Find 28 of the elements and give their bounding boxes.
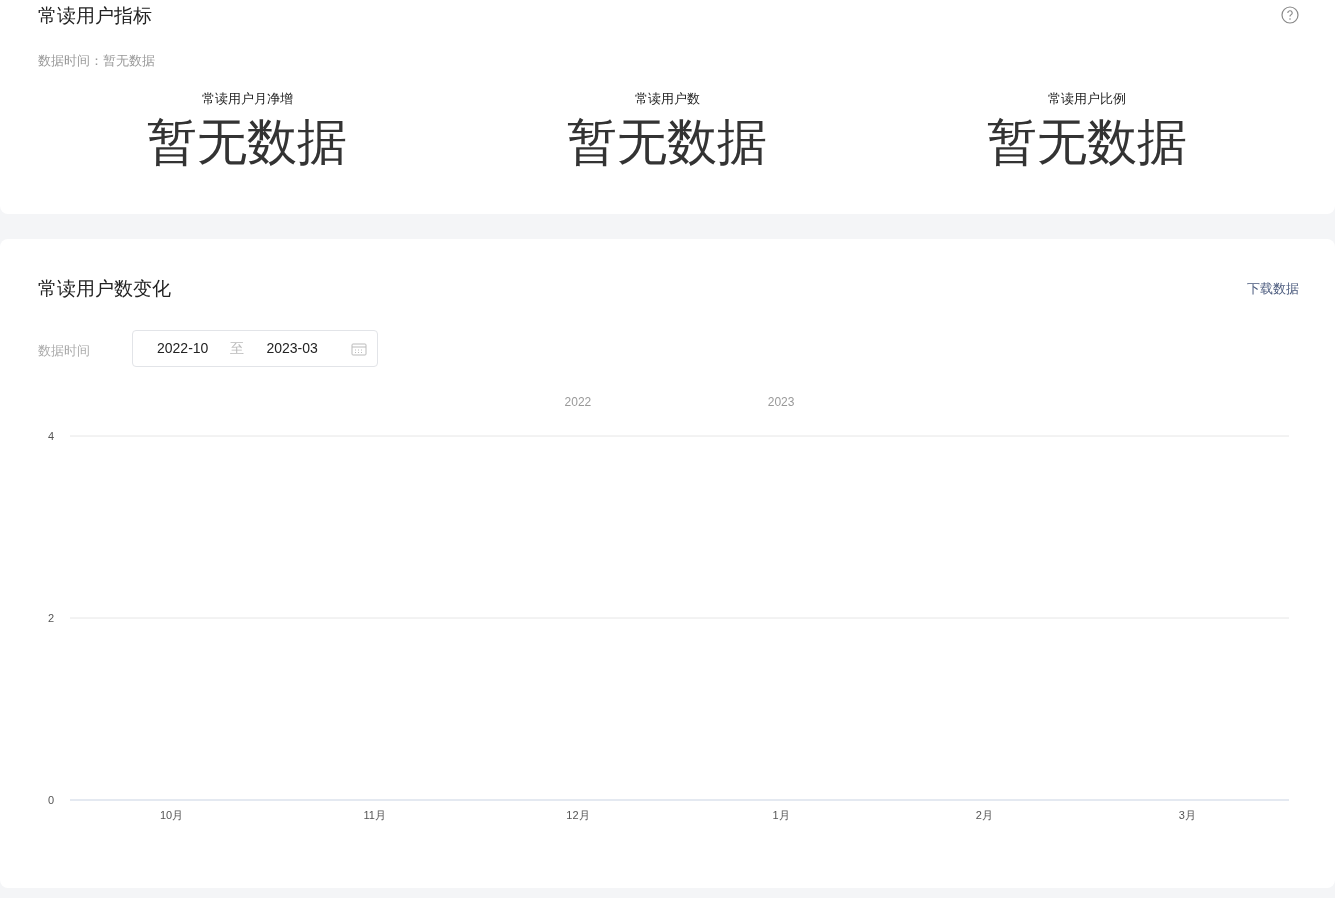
metric-label: 常读用户月净增 — [201, 90, 293, 108]
download-link[interactable]: 下载数据 — [1247, 279, 1299, 299]
year-label: 2022 — [564, 395, 592, 409]
card-title: 常读用户指标 — [38, 4, 152, 28]
metric-value: 暂无数据 — [567, 113, 767, 172]
calendar-icon — [351, 341, 367, 356]
range-separator: 至 — [230, 339, 245, 358]
start-date: 2022-10 — [157, 339, 209, 358]
metric-label: 常读用户数 — [634, 90, 700, 108]
end-date: 2023-03 — [266, 339, 318, 358]
metric-label: 常读用户比例 — [1048, 90, 1126, 108]
metric-value: 暂无数据 — [147, 113, 347, 172]
date-label: 数据时间 — [38, 341, 91, 360]
x-axis-label: 11月 — [363, 809, 386, 821]
help-icon[interactable] — [1281, 6, 1299, 24]
y-axis-label: 2 — [47, 612, 54, 624]
data-time-text: 数据时间：暂无数据 — [38, 52, 156, 70]
x-axis-label: 1月 — [772, 809, 790, 821]
card-title: 常读用户数变化 — [38, 277, 171, 301]
x-axis-label: 12月 — [566, 809, 590, 821]
x-axis-label: 10月 — [159, 809, 184, 821]
y-axis-label: 0 — [47, 794, 54, 806]
x-axis-label: 3月 — [1178, 809, 1196, 821]
y-axis-label: 4 — [47, 430, 54, 442]
x-axis-label: 2月 — [975, 809, 993, 821]
metric-value: 暂无数据 — [987, 113, 1187, 172]
date-range-picker[interactable]: 2022-10 至 2023-03 — [132, 330, 378, 367]
year-label: 2023 — [767, 395, 795, 409]
